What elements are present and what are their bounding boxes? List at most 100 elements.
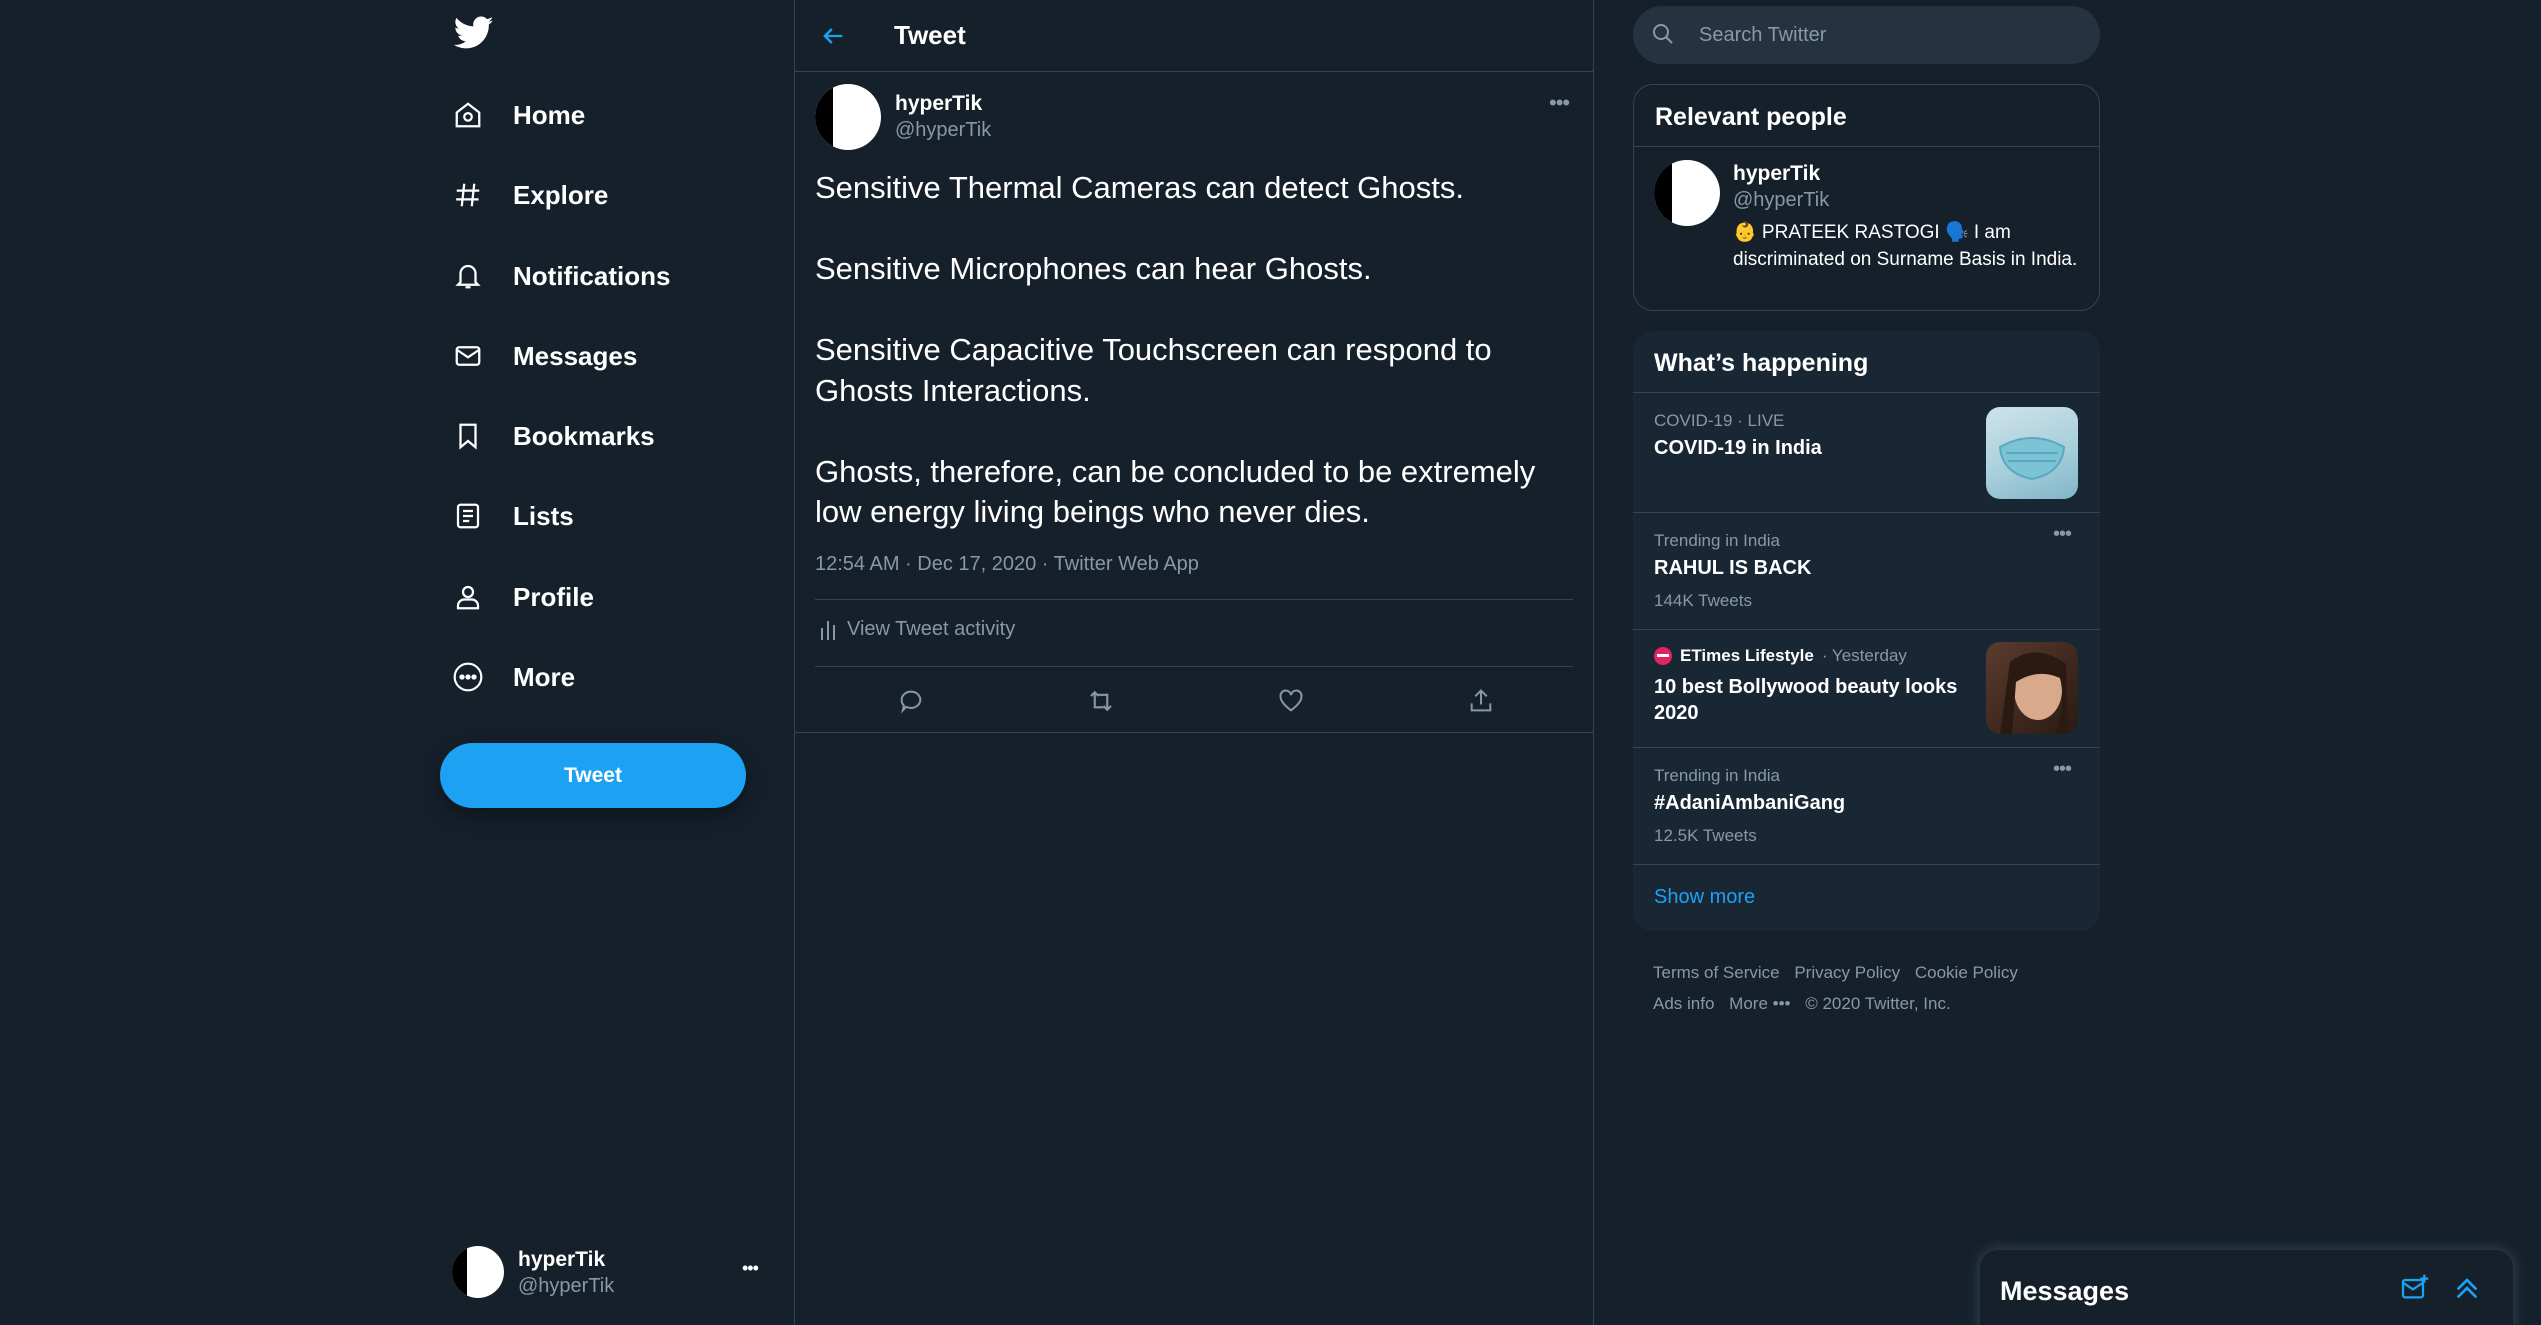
list-icon bbox=[450, 498, 486, 534]
tweet-timestamp[interactable]: 12:54 AM · Dec 17, 2020 · Twitter Web Ap… bbox=[815, 553, 1199, 576]
expand-chevron-icon[interactable] bbox=[2451, 1272, 2483, 1309]
trend-more-icon[interactable]: ••• bbox=[2053, 523, 2072, 546]
tweet-author-handle[interactable]: @hyperTik bbox=[895, 119, 991, 142]
tweet-paragraph: Sensitive Microphones can hear Ghosts. bbox=[815, 251, 1372, 286]
nav-item-label: Messages bbox=[513, 340, 638, 371]
nav-item-profile[interactable]: Profile bbox=[450, 565, 594, 629]
main-column: Tweet hyperTik @hyperTik ••• Sensitive T… bbox=[794, 0, 1594, 1325]
divider bbox=[1634, 146, 2099, 147]
news-item[interactable]: ETimes Lifestyle · Yesterday 10 best Bol… bbox=[1633, 630, 2100, 747]
main-header: Tweet bbox=[795, 0, 1593, 72]
tweet-paragraph: Ghosts, therefore, can be concluded to b… bbox=[815, 453, 1536, 530]
divider bbox=[815, 599, 1573, 600]
page-title: Tweet bbox=[894, 20, 966, 50]
person-bio: 👶 PRATEEK RASTOGI 🗣️ I am discriminated … bbox=[1733, 222, 2078, 270]
nav-item-label: Bookmarks bbox=[513, 420, 655, 451]
trend-count: 12.5K Tweets bbox=[1654, 826, 1757, 845]
view-tweet-activity-link[interactable]: View Tweet activity bbox=[819, 618, 1015, 641]
messages-drawer-title: Messages bbox=[2000, 1276, 2130, 1306]
news-time: · Yesterday bbox=[1821, 646, 1907, 665]
news-thumbnail-image bbox=[1986, 642, 2078, 734]
nav-item-label: More bbox=[513, 661, 576, 692]
view-tweet-activity-label: View Tweet activity bbox=[847, 618, 1016, 640]
share-icon[interactable] bbox=[1463, 683, 1499, 719]
trend-title: COVID-19 in India bbox=[1654, 437, 1822, 459]
envelope-icon bbox=[450, 338, 486, 374]
tweet-more-icon[interactable]: ••• bbox=[1549, 90, 1570, 116]
news-source: ETimes Lifestyle bbox=[1680, 646, 1814, 665]
twitter-logo-icon[interactable] bbox=[453, 16, 498, 56]
bookmark-icon bbox=[450, 418, 486, 454]
hashtag-icon bbox=[450, 177, 486, 213]
whats-happening-card: What’s happening COVID-19 · LIVE COVID-1… bbox=[1633, 331, 2100, 931]
nav-item-notifications[interactable]: Notifications bbox=[450, 244, 670, 308]
cookie-link[interactable]: Cookie Policy bbox=[1915, 963, 2018, 982]
home-icon bbox=[450, 97, 486, 133]
back-arrow-icon[interactable] bbox=[819, 22, 849, 50]
etimes-logo-icon bbox=[1654, 647, 1672, 665]
show-more-link[interactable]: Show more bbox=[1654, 886, 1755, 909]
footer-more-link[interactable]: More ••• bbox=[1729, 994, 1790, 1013]
privacy-link[interactable]: Privacy Policy bbox=[1794, 963, 1900, 982]
person-name[interactable]: hyperTik bbox=[1733, 162, 1820, 186]
relevant-people-card: Relevant people hyperTik @hyperTik 👶 PRA… bbox=[1633, 84, 2100, 311]
more-dots-icon: ••• bbox=[742, 1258, 759, 1278]
retweet-icon[interactable] bbox=[1083, 683, 1119, 719]
trend-item[interactable]: COVID-19 · LIVE COVID-19 in India bbox=[1633, 393, 2100, 512]
trend-category: Trending in India bbox=[1654, 766, 1781, 785]
nav-item-more[interactable]: More bbox=[450, 645, 575, 709]
compose-tweet-button[interactable]: Tweet bbox=[440, 743, 746, 808]
nav-item-home[interactable]: Home bbox=[450, 83, 585, 147]
nav-item-explore[interactable]: Explore bbox=[450, 163, 608, 227]
nav-item-lists[interactable]: Lists bbox=[450, 484, 574, 548]
tweet-author-avatar[interactable] bbox=[815, 84, 881, 150]
trend-item[interactable]: Trending in India RAHUL IS BACK 144K Twe… bbox=[1633, 513, 2100, 629]
news-source-row: ETimes Lifestyle · Yesterday bbox=[1654, 646, 1907, 666]
nav-item-messages[interactable]: Messages bbox=[450, 324, 637, 388]
new-message-icon[interactable] bbox=[2399, 1272, 2431, 1309]
search-bar[interactable] bbox=[1633, 6, 2100, 64]
divider bbox=[795, 732, 1593, 733]
divider bbox=[1633, 864, 2100, 865]
search-icon bbox=[1651, 22, 1675, 51]
analytics-icon bbox=[819, 619, 837, 641]
tweet-author-name[interactable]: hyperTik bbox=[895, 92, 982, 116]
more-circle-icon bbox=[450, 659, 486, 695]
face-mask-image bbox=[1986, 407, 2078, 499]
avatar[interactable] bbox=[1654, 160, 1720, 226]
avatar bbox=[452, 1246, 504, 1298]
trend-item[interactable]: Trending in India #AdaniAmbaniGang 12.5K… bbox=[1633, 748, 2100, 864]
news-title: 10 best Bollywood beauty looks 2020 bbox=[1654, 676, 1958, 724]
nav-item-label: Home bbox=[513, 99, 586, 130]
search-input[interactable] bbox=[1699, 6, 2079, 64]
terms-link[interactable]: Terms of Service bbox=[1653, 963, 1780, 982]
tweet-paragraph: Sensitive Capacitive Touchscreen can res… bbox=[815, 332, 1492, 408]
trend-category: Trending in India bbox=[1654, 531, 1781, 550]
reply-icon[interactable] bbox=[893, 683, 929, 719]
nav-item-label: Notifications bbox=[513, 260, 671, 291]
messages-drawer[interactable]: Messages bbox=[1980, 1250, 2513, 1325]
nav-item-label: Lists bbox=[513, 500, 574, 531]
trend-title: RAHUL IS BACK bbox=[1654, 557, 1812, 579]
nav-item-bookmarks[interactable]: Bookmarks bbox=[450, 404, 655, 468]
trend-category: COVID-19 · LIVE bbox=[1654, 411, 1785, 430]
bell-icon bbox=[450, 258, 486, 294]
tweet-text: Sensitive Thermal Cameras can detect Gho… bbox=[815, 168, 1580, 573]
trend-more-icon[interactable]: ••• bbox=[2053, 758, 2072, 781]
trend-count: 144K Tweets bbox=[1654, 591, 1752, 610]
ads-info-link[interactable]: Ads info bbox=[1653, 994, 1714, 1013]
card-title: What’s happening bbox=[1654, 349, 1869, 377]
primary-navigation: Home Explore Notifications Messages Book… bbox=[430, 0, 790, 1325]
nav-item-label: Profile bbox=[513, 581, 594, 612]
divider bbox=[815, 666, 1573, 667]
person-handle[interactable]: @hyperTik bbox=[1733, 189, 1829, 212]
copyright: © 2020 Twitter, Inc. bbox=[1805, 994, 1951, 1013]
tweet-paragraph: Sensitive Thermal Cameras can detect Gho… bbox=[815, 170, 1464, 205]
like-heart-icon[interactable] bbox=[1273, 683, 1309, 719]
account-switcher[interactable]: hyperTik @hyperTik ••• bbox=[452, 1240, 772, 1304]
card-title: Relevant people bbox=[1655, 103, 1847, 131]
person-icon bbox=[450, 579, 486, 615]
footer-links: Terms of Service Privacy Policy Cookie P… bbox=[1653, 957, 2093, 1019]
nav-item-label: Explore bbox=[513, 179, 609, 210]
account-handle: @hyperTik bbox=[518, 1275, 615, 1297]
